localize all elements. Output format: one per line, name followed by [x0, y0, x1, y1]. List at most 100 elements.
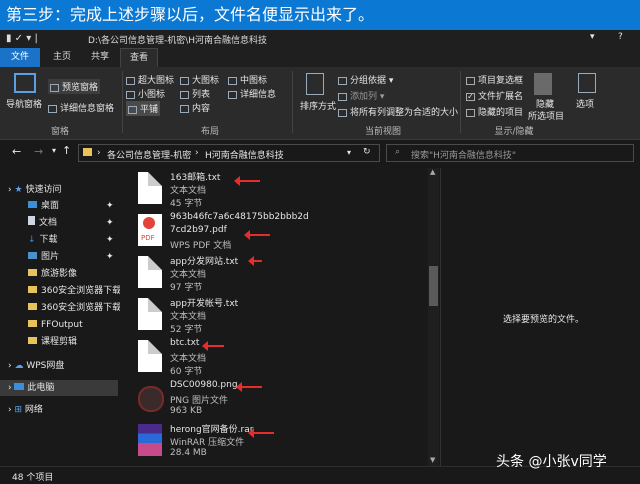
- file-type: PNG 图片文件: [170, 396, 228, 406]
- xlarge-icons-icon: [126, 76, 135, 85]
- sidebar-item-documents[interactable]: 文档 ✦: [0, 215, 118, 231]
- content-icon: [180, 104, 189, 113]
- options-button[interactable]: 选项: [576, 97, 594, 110]
- pin-icon: ✦: [106, 218, 114, 228]
- sidebar-item-folder[interactable]: 360安全浏览器下载: [0, 300, 121, 316]
- file-item[interactable]: DSC00980.png PNG 图片文件 963 KB: [134, 380, 424, 420]
- sidebar-item-downloads[interactable]: ↓ 下载 ✦: [0, 232, 118, 248]
- address-bar[interactable]: › 各公司信息管理-机密 › H河南合融信息科技 ▾ ↻: [78, 144, 380, 162]
- layout-content[interactable]: 内容: [180, 101, 210, 114]
- file-ext-toggle[interactable]: ✓ 文件扩展名: [466, 89, 523, 102]
- ribbon-divider: [460, 71, 461, 133]
- watermark: 头条 @小张v同学: [496, 454, 607, 470]
- scrollbar-thumb[interactable]: [429, 266, 438, 306]
- sidebar-item-quick-access[interactable]: › ★ 快速访问: [0, 182, 118, 198]
- layout-tiles[interactable]: 平铺: [126, 101, 161, 116]
- file-item[interactable]: app分发网站.txt 文本文档 97 字节: [134, 254, 424, 294]
- breadcrumb-item[interactable]: H河南合融信息科技: [205, 148, 284, 161]
- group-label-current-view: 当前视图: [364, 127, 401, 137]
- file-name: btc.txt: [170, 338, 200, 348]
- breadcrumb-item[interactable]: 各公司信息管理-机密: [107, 148, 191, 161]
- size-columns-button[interactable]: 将所有列调整为合适的大小: [338, 105, 458, 118]
- file-size: 52 字节: [170, 325, 203, 335]
- computer-icon: [14, 383, 25, 390]
- folder-icon: [28, 337, 37, 344]
- sidebar-item-desktop[interactable]: 桌面 ✦: [0, 198, 118, 214]
- group-by-button[interactable]: 分组依据 ▾: [338, 73, 393, 86]
- documents-icon: [28, 216, 35, 225]
- layout-medium[interactable]: 中图标: [228, 73, 267, 86]
- sidebar-item-folder[interactable]: 旅游影像: [0, 266, 118, 282]
- star-icon: ★: [14, 185, 23, 195]
- search-box[interactable]: ⌕ 搜索"H河南合融信息科技": [386, 144, 634, 162]
- file-list-scrollbar[interactable]: ▲ ▼: [428, 168, 439, 466]
- forward-icon[interactable]: →: [34, 145, 43, 158]
- scroll-down-icon[interactable]: ▼: [430, 456, 435, 464]
- file-item[interactable]: PDF 963b46fc7a6c48175bb2bbb2d 7cd2b97.pd…: [134, 212, 424, 252]
- red-arrow-annotation: [248, 428, 274, 438]
- up-icon[interactable]: ↑: [62, 144, 71, 157]
- sort-button[interactable]: 排序方式: [300, 99, 336, 112]
- sidebar-item-pictures[interactable]: 图片 ✦: [0, 249, 118, 265]
- expand-ribbon-icon[interactable]: ▾: [590, 32, 595, 42]
- layout-xlarge[interactable]: 超大图标: [126, 73, 174, 86]
- add-column-button[interactable]: 添加列 ▾: [338, 89, 384, 102]
- file-name-line1: 963b46fc7a6c48175bb2bbb2d: [170, 212, 309, 222]
- layout-large[interactable]: 大图标: [180, 73, 219, 86]
- navigation-pane: › ★ 快速访问 桌面 ✦ 文档 ✦ ↓ 下载 ✦ 图片 ✦ 旅游影像 360安全浏览器下…: [0, 168, 121, 466]
- help-icon[interactable]: ?: [618, 32, 623, 42]
- window-title: D:\各公司信息管理-机密\H河南合融信息科技: [88, 36, 268, 46]
- tab-view[interactable]: 查看: [120, 48, 158, 67]
- search-input[interactable]: 搜索"H河南合融信息科技": [411, 148, 516, 161]
- file-size: 963 KB: [170, 406, 203, 416]
- sidebar-item-folder[interactable]: 课程剪辑: [0, 334, 118, 350]
- sidebar-item-folder[interactable]: 360安全浏览器下载: [0, 283, 121, 299]
- layout-details[interactable]: 详细信息: [228, 87, 276, 100]
- group-label-show-hide: 显示/隐藏: [494, 127, 534, 137]
- red-arrow-annotation: [236, 382, 262, 392]
- tab-home[interactable]: 主页: [42, 48, 82, 67]
- address-dropdown-icon[interactable]: ▾: [347, 148, 351, 157]
- hidden-items-toggle[interactable]: 隐藏的项目: [466, 105, 523, 118]
- text-file-icon: [138, 172, 162, 204]
- file-name: DSC00980.png: [170, 380, 238, 390]
- sidebar-item-wps-drive[interactable]: › ☁ WPS网盘: [0, 358, 118, 374]
- file-list: 163邮箱.txt 文本文档 45 字节 PDF 963b46fc7a6c481…: [120, 168, 428, 466]
- scroll-up-icon[interactable]: ▲: [430, 168, 435, 176]
- download-icon: ↓: [28, 235, 36, 245]
- nav-pane-button[interactable]: 导航窗格: [6, 97, 42, 110]
- tab-share[interactable]: 共享: [80, 48, 120, 67]
- file-item[interactable]: herong官网备份.rar WinRAR 压缩文件 28.4 MB: [134, 422, 424, 462]
- sidebar-item-folder[interactable]: FFOutput: [0, 317, 118, 333]
- pin-icon: ✦: [106, 235, 114, 245]
- sidebar-item-this-pc[interactable]: › 此电脑: [0, 380, 118, 396]
- item-checkbox-toggle[interactable]: 项目复选框: [466, 73, 523, 86]
- details-pane-icon: [48, 104, 57, 113]
- file-type: 文本文档: [170, 270, 207, 280]
- details-pane-button[interactable]: 详细信息窗格: [48, 101, 114, 114]
- refresh-icon[interactable]: ↻: [363, 147, 371, 157]
- preview-pane: 选择要预览的文件。: [440, 168, 640, 466]
- text-file-icon: [138, 298, 162, 330]
- item-count: 48 个项目: [12, 473, 54, 483]
- options-icon: [578, 73, 596, 93]
- file-item[interactable]: btc.txt 文本文档 60 字节: [134, 338, 424, 378]
- red-arrow-annotation: [234, 176, 260, 186]
- file-item[interactable]: app开发帐号.txt 文本文档 52 字节: [134, 296, 424, 336]
- recent-locations-icon[interactable]: ▾: [52, 146, 56, 155]
- back-icon[interactable]: ←: [12, 145, 21, 158]
- ribbon-tabs: 文件 主页 共享 查看: [0, 48, 640, 88]
- details-icon: [228, 90, 237, 99]
- pictures-icon: [28, 252, 37, 259]
- layout-small[interactable]: 小图标: [126, 87, 165, 100]
- quick-access-toolbar[interactable]: ▮ ✓ ▾ |: [6, 33, 38, 44]
- preview-pane-button[interactable]: 预览窗格: [48, 79, 101, 94]
- file-item[interactable]: 163邮箱.txt 文本文档 45 字节: [134, 170, 424, 210]
- file-size: 60 字节: [170, 367, 203, 377]
- file-name: app分发网站.txt: [170, 257, 239, 267]
- layout-list[interactable]: 列表: [180, 87, 210, 100]
- title-bar: ▮ ✓ ▾ | D:\各公司信息管理-机密\H河南合融信息科技 ▾ ?: [0, 30, 640, 48]
- file-name-line2: 7cd2b97.pdf: [170, 225, 227, 235]
- sidebar-item-network[interactable]: › ⊞ 网络: [0, 402, 118, 418]
- size-columns-icon: [338, 108, 347, 117]
